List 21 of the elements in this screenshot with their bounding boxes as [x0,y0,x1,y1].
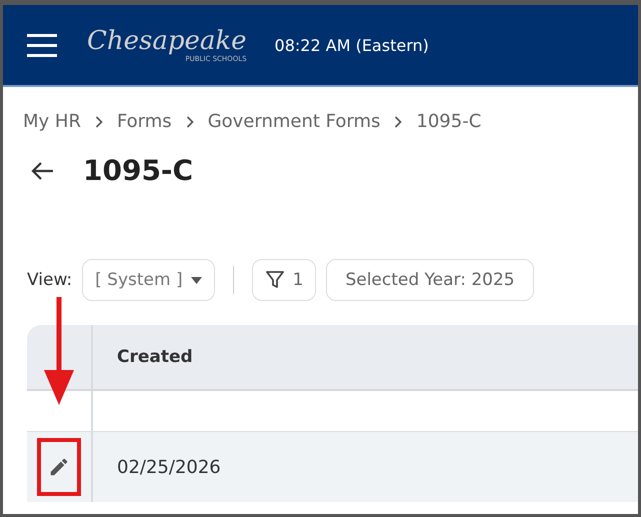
breadcrumb-link[interactable]: My HR [23,111,81,132]
filter-button[interactable]: 1 [252,259,316,301]
breadcrumb-link[interactable]: Government Forms [208,111,380,132]
caret-icon [190,276,202,284]
table-cell-text: 02/25/2026 [116,456,221,480]
header-time: 08:22 AM (Eastern) [274,36,429,54]
chevron-icon [394,116,402,128]
breadcrumb-link[interactable]: 1095-C [416,111,482,132]
chevron-icon [94,116,103,128]
view-label: View: [27,270,72,290]
breadcrumb-link[interactable]: Forms [116,111,172,132]
year-filter-chip[interactable]: Selected Year: 2025 [326,259,534,301]
page-title: 1095-C [83,154,194,187]
menu-icon[interactable] [27,31,57,59]
back-arrow-icon[interactable] [31,160,55,180]
chevron-icon [186,116,194,128]
pencil-icon[interactable] [48,456,70,478]
view-dropdown[interactable]: [ System ] [82,259,215,301]
logo-name: Chesapeake [87,26,247,54]
column-header[interactable]: Created [93,325,193,389]
funnel-icon [264,270,285,290]
